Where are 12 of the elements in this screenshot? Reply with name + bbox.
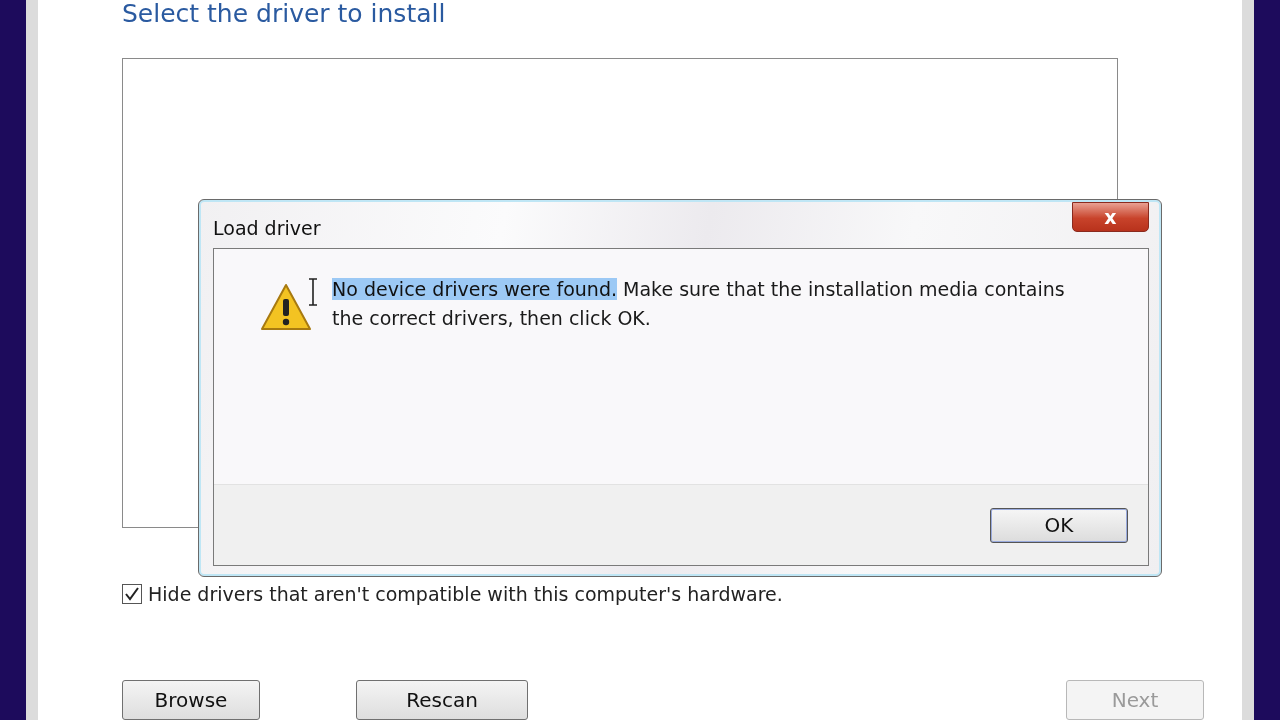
- page-title: Select the driver to install: [122, 0, 447, 30]
- checkbox[interactable]: [122, 584, 142, 604]
- text-cursor-icon: [308, 278, 318, 306]
- ok-button[interactable]: OK: [990, 507, 1128, 543]
- checkbox-label: Hide drivers that aren't compatible with this computer's hardware.: [148, 583, 783, 605]
- dialog-title: Load driver: [213, 217, 321, 239]
- check-icon: [124, 586, 140, 602]
- browse-button[interactable]: Browse: [122, 680, 260, 720]
- error-message: No device drivers were found. Make sure that the installation media contains the correct drivers, then click OK.: [332, 277, 1066, 331]
- warning-icon: [260, 283, 312, 331]
- rescan-button[interactable]: Rescan: [356, 680, 528, 720]
- close-button[interactable]: x: [1072, 202, 1149, 232]
